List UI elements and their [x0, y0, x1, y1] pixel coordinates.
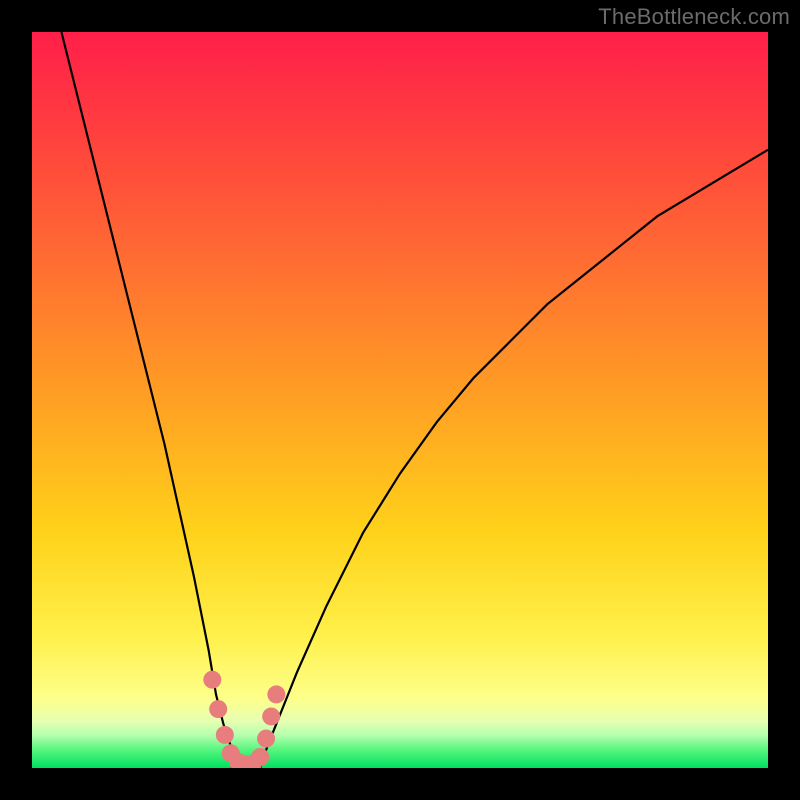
watermark-text: TheBottleneck.com: [598, 4, 790, 30]
curve-right-branch: [260, 150, 768, 768]
chart-svg: [32, 32, 768, 768]
highlight-marker: [267, 685, 285, 703]
highlight-markers: [203, 671, 285, 768]
highlight-marker: [209, 700, 227, 718]
highlight-marker: [257, 730, 275, 748]
chart-frame: TheBottleneck.com: [0, 0, 800, 800]
highlight-marker: [203, 671, 221, 689]
plot-area: [32, 32, 768, 768]
highlight-marker: [262, 707, 280, 725]
curve-left-branch: [61, 32, 238, 768]
highlight-marker: [251, 748, 269, 766]
highlight-marker: [216, 726, 234, 744]
